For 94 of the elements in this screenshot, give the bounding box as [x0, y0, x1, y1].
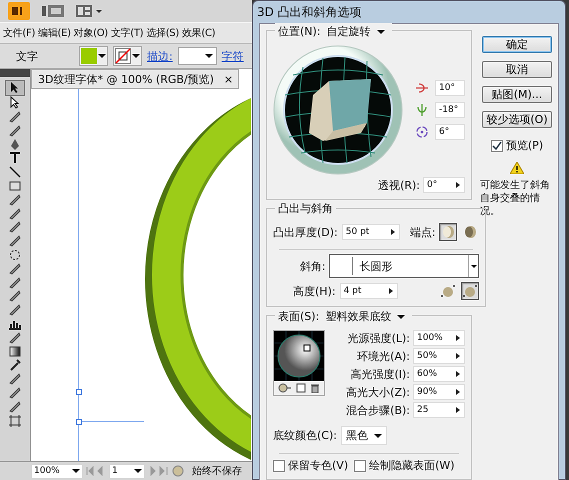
new-light-icon[interactable]: [296, 383, 306, 393]
bridge-icon[interactable]: [42, 4, 64, 18]
surface-label: 表面(S):: [278, 309, 320, 324]
caret-icon[interactable]: [470, 264, 477, 268]
artboard-icon[interactable]: [8, 414, 22, 427]
spin-arrow-icon[interactable]: [388, 287, 394, 295]
shade-color-dropdown[interactable]: 黑色: [340, 426, 387, 445]
surface-setting-field[interactable]: 60%: [413, 366, 465, 382]
caret-icon[interactable]: [397, 314, 406, 320]
menu-item[interactable]: 对象(O): [74, 26, 108, 40]
caret-icon[interactable]: [376, 28, 385, 34]
option-checkbox[interactable]: 保留专色(V): [273, 458, 348, 473]
dialog-button[interactable]: 贴图(M)...: [482, 86, 552, 103]
shade-color-label: 底纹颜色(C):: [273, 428, 337, 443]
type-tool-icon[interactable]: [8, 151, 22, 164]
surface-setting-label: 混合步骤(B):: [346, 402, 410, 418]
surface-setting-label: 环境光(A):: [357, 348, 410, 364]
app-logo-icon: [8, 2, 30, 20]
spin-arrow-icon[interactable]: [455, 352, 461, 360]
bevel-label: 斜角:: [300, 258, 326, 274]
rotation-angle-field[interactable]: 6°: [435, 124, 465, 140]
dialog-button[interactable]: 较少选项(O): [482, 111, 552, 128]
stroke-weight-field[interactable]: [178, 47, 217, 65]
z-axis-rotation-icon: [415, 125, 429, 139]
cap-on-button[interactable]: [439, 223, 458, 241]
surface-setting-label: 高光强度(I):: [350, 366, 410, 382]
status-text: 始终不保存: [192, 465, 242, 478]
page-dropdown[interactable]: 1: [110, 464, 144, 478]
caret-icon[interactable]: [132, 53, 140, 59]
rectangle-icon[interactable]: [8, 178, 22, 192]
y-axis-rotation-icon: [415, 103, 429, 117]
position-label: 位置(N):: [278, 24, 321, 39]
x-axis-rotation-icon: [415, 81, 429, 95]
caret-icon[interactable]: [98, 53, 106, 59]
perspective-field[interactable]: 0°: [423, 177, 465, 193]
spin-arrow-icon[interactable]: [390, 228, 396, 236]
cap-label: 端点:: [410, 224, 436, 240]
surface-setting-field[interactable]: 25: [413, 402, 465, 418]
dialog-button[interactable]: 取消: [482, 61, 552, 78]
zoom-dropdown[interactable]: 100%: [32, 464, 82, 478]
menu-item[interactable]: 选择(S): [146, 26, 179, 40]
dialog-title: 3D 凸出和斜角选项: [256, 4, 363, 21]
menu-item[interactable]: 编辑(E): [38, 26, 71, 40]
spin-arrow-icon[interactable]: [455, 388, 461, 396]
document-tab[interactable]: 3D纹理字体* @ 100% (RGB/预览) ×: [31, 69, 239, 89]
close-tab-button[interactable]: ×: [222, 72, 236, 86]
spin-arrow-icon[interactable]: [455, 181, 461, 189]
trash-icon[interactable]: [310, 383, 320, 393]
fill-swatch[interactable]: [79, 46, 108, 66]
move-light-icon[interactable]: [278, 383, 292, 393]
bevel-dropdown[interactable]: 长圆形: [329, 254, 480, 278]
stroke-link[interactable]: 描边:: [147, 48, 173, 64]
perspective-label: 透视(R):: [378, 178, 420, 192]
bevel-height-field[interactable]: 4 pt: [340, 283, 398, 299]
rotation-angle-field[interactable]: -18°: [435, 102, 465, 118]
character-link[interactable]: 字符: [222, 48, 244, 64]
menu-item[interactable]: 效果(C): [182, 26, 216, 40]
menu-item[interactable]: 文字(T): [110, 26, 144, 40]
layout-menu-icon[interactable]: [76, 4, 104, 18]
dialog-button[interactable]: 确定: [482, 36, 552, 53]
caret-icon[interactable]: [374, 432, 382, 438]
rotation-angle-field[interactable]: 10°: [435, 80, 465, 96]
checkmark-icon[interactable]: [492, 140, 502, 150]
bevel-height-label: 高度(H):: [293, 284, 336, 298]
rotate-icon[interactable]: [8, 248, 22, 261]
stroke-swatch[interactable]: [113, 46, 142, 66]
caret-icon[interactable]: [204, 53, 213, 59]
selection-handle[interactable]: [76, 419, 82, 425]
tool-label: 文字: [16, 48, 39, 64]
bevel-in-button[interactable]: [461, 282, 480, 300]
eyedropper-icon[interactable]: [8, 358, 22, 372]
extrude-depth-field[interactable]: 50 pt: [342, 224, 400, 240]
spin-arrow-icon[interactable]: [455, 406, 461, 414]
selection-handle[interactable]: [76, 389, 82, 395]
extrude-bevel-title: 凸出与斜角: [278, 201, 333, 216]
preview-checkbox[interactable]: 预览(P): [490, 138, 544, 153]
line-icon[interactable]: [8, 165, 22, 178]
surface-setting-label: 高光大小(Z):: [346, 384, 410, 400]
pen-icon[interactable]: [8, 138, 22, 151]
lighting-sphere-drawing[interactable]: [274, 331, 324, 381]
menu-item[interactable]: 文件(F): [3, 26, 36, 40]
caret-icon[interactable]: [134, 468, 142, 474]
surface-setting-field[interactable]: 100%: [413, 330, 465, 346]
spin-arrow-icon[interactable]: [455, 370, 461, 378]
surface-setting-field[interactable]: 90%: [413, 384, 465, 400]
caret-icon[interactable]: [72, 468, 80, 474]
gradient-icon[interactable]: [8, 344, 22, 358]
direct-selection-icon[interactable]: [8, 96, 22, 110]
warning-icon: [510, 162, 524, 174]
spin-arrow-icon[interactable]: [455, 334, 461, 342]
option-checkbox[interactable]: 绘制隐藏表面(W): [354, 458, 455, 473]
surface-setting-field[interactable]: 50%: [413, 348, 465, 364]
extrude-depth-label: 凸出厚度(D):: [273, 224, 338, 240]
surface-setting-label: 光源强度(L):: [348, 330, 410, 346]
